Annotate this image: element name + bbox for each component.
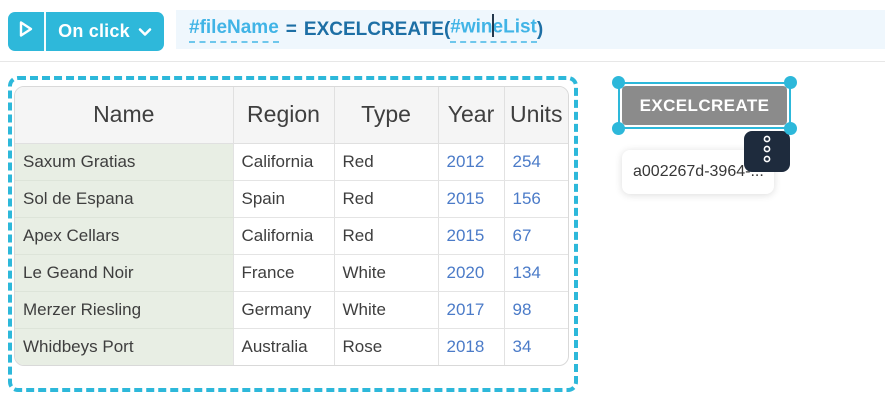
text-caret <box>492 14 494 37</box>
excelcreate-button[interactable]: EXCELCREATE <box>622 86 787 125</box>
formula-operator: = <box>286 19 297 41</box>
table-cell: California <box>233 217 334 254</box>
table-cell: Le Geand Noir <box>15 254 233 291</box>
chevron-down-icon <box>138 21 152 42</box>
selection-handle-top-left[interactable] <box>612 76 625 89</box>
table-cell: 34 <box>504 328 568 365</box>
table-cell: Australia <box>233 328 334 365</box>
table-cell: Red <box>334 180 438 217</box>
table-header-row: Name Region Type Year Units <box>15 87 568 143</box>
run-event-button-group[interactable]: On click <box>8 12 164 51</box>
table-cell: France <box>233 254 334 291</box>
play-icon <box>18 20 34 43</box>
table-cell: Spain <box>233 180 334 217</box>
table-cell: 98 <box>504 291 568 328</box>
button-widget-selection: EXCELCREATE <box>618 82 791 129</box>
vertical-dots-menu-icon <box>762 135 772 168</box>
table-row[interactable]: Apex CellarsCaliforniaRed201567 <box>15 217 568 254</box>
table-row[interactable]: Merzer RieslingGermanyWhite201798 <box>15 291 568 328</box>
formula-input[interactable]: #fileName = EXCELCREATE(#wineList) <box>176 10 885 49</box>
table-cell: 254 <box>504 143 568 180</box>
column-header-units[interactable]: Units <box>504 87 568 143</box>
table-row[interactable]: Sol de EspanaSpainRed2015156 <box>15 180 568 217</box>
wine-table-widget[interactable]: Name Region Type Year Units Saxum Gratia… <box>14 86 569 366</box>
table-body: Saxum GratiasCaliforniaRed2012254Sol de … <box>15 143 568 365</box>
table-cell: 2017 <box>438 291 504 328</box>
table-cell: 2018 <box>438 328 504 365</box>
table-cell: 2015 <box>438 180 504 217</box>
table-row[interactable]: Le Geand NoirFranceWhite2020134 <box>15 254 568 291</box>
table-cell: 134 <box>504 254 568 291</box>
formula-argument: #wineList <box>450 16 537 43</box>
formula-close-paren: ) <box>537 19 543 41</box>
table-cell: Apex Cellars <box>15 217 233 254</box>
table-cell: White <box>334 254 438 291</box>
table-row[interactable]: Whidbeys PortAustraliaRose201834 <box>15 328 568 365</box>
table-cell: White <box>334 291 438 328</box>
table-cell: 156 <box>504 180 568 217</box>
on-click-dropdown[interactable]: On click <box>46 12 164 51</box>
table-cell: Red <box>334 217 438 254</box>
table-cell: Red <box>334 143 438 180</box>
column-header-region[interactable]: Region <box>233 87 334 143</box>
widget-options-menu-button[interactable] <box>744 131 790 172</box>
selection-handle-top-right[interactable] <box>784 76 797 89</box>
column-header-name[interactable]: Name <box>15 87 233 143</box>
column-header-type[interactable]: Type <box>334 87 438 143</box>
run-play-button[interactable] <box>8 12 46 51</box>
table-cell: Saxum Gratias <box>15 143 233 180</box>
table-cell: Rose <box>334 328 438 365</box>
event-label: On click <box>58 21 130 42</box>
wine-table: Name Region Type Year Units Saxum Gratia… <box>15 87 568 365</box>
table-cell: 2015 <box>438 217 504 254</box>
table-cell: 2020 <box>438 254 504 291</box>
table-cell: Merzer Riesling <box>15 291 233 328</box>
selection-handle-bottom-left[interactable] <box>612 122 625 135</box>
selection-handle-bottom-right[interactable] <box>784 122 797 135</box>
column-header-year[interactable]: Year <box>438 87 504 143</box>
toolbar-divider <box>0 61 885 62</box>
formula-target-variable: #fileName <box>189 17 279 43</box>
table-cell: 67 <box>504 217 568 254</box>
table-cell: Sol de Espana <box>15 180 233 217</box>
formula-function: EXCELCREATE( <box>304 19 450 41</box>
table-cell: Whidbeys Port <box>15 328 233 365</box>
table-row[interactable]: Saxum GratiasCaliforniaRed2012254 <box>15 143 568 180</box>
table-cell: California <box>233 143 334 180</box>
table-cell: 2012 <box>438 143 504 180</box>
table-cell: Germany <box>233 291 334 328</box>
